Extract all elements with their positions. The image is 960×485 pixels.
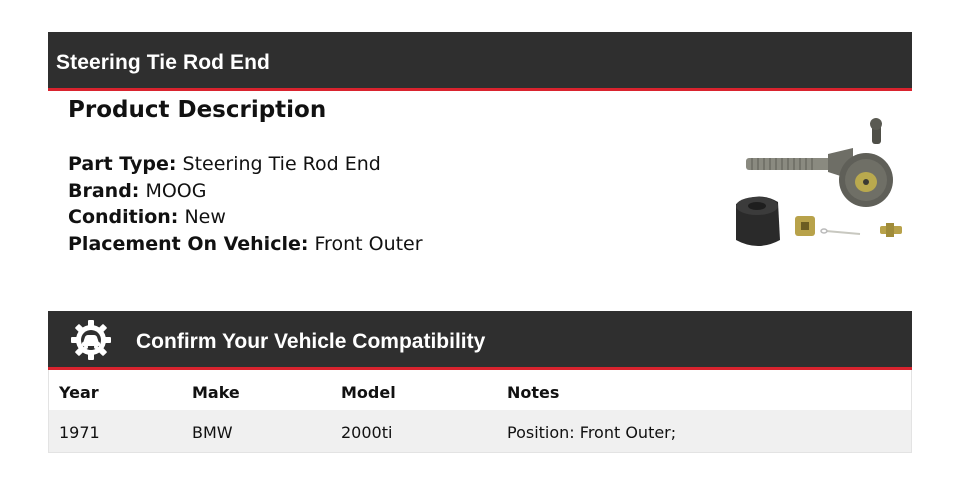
spec-condition: Condition: New — [68, 204, 423, 231]
spec-value: Front Outer — [314, 232, 423, 255]
product-title-bar: Steering Tie Rod End — [48, 32, 912, 91]
cell-notes: Position: Front Outer; — [507, 423, 677, 442]
spec-value: New — [184, 206, 226, 228]
spec-label: Brand: — [68, 179, 140, 202]
spec-value: MOOG — [145, 179, 207, 202]
column-header-model: Model — [341, 383, 396, 402]
table-header: Year Make Model Notes — [49, 370, 911, 410]
compatibility-bar: Confirm Your Vehicle Compatibility — [48, 311, 912, 370]
compatibility-table: Year Make Model Notes 1971 BMW 2000ti Po… — [48, 370, 912, 453]
spec-value: Steering Tie Rod End — [182, 153, 381, 175]
table-row: 1971 BMW 2000ti Position: Front Outer; — [49, 410, 911, 452]
cell-model: 2000ti — [341, 423, 393, 442]
cell-year: 1971 — [59, 423, 100, 442]
spec-list: Part Type: Steering Tie Rod End Brand: M… — [68, 151, 423, 257]
product-image — [736, 118, 902, 246]
spec-placement: Placement On Vehicle: Front Outer — [68, 231, 423, 258]
column-header-year: Year — [59, 383, 99, 402]
spec-label: Part Type: — [68, 153, 177, 175]
product-title: Steering Tie Rod End — [56, 51, 270, 74]
description-heading: Product Description — [68, 97, 327, 123]
column-header-notes: Notes — [507, 383, 560, 402]
spec-part-type: Part Type: Steering Tie Rod End — [68, 151, 423, 178]
column-header-make: Make — [192, 383, 240, 402]
cell-make: BMW — [192, 423, 233, 442]
spec-label: Condition: — [68, 206, 179, 228]
spec-label: Placement On Vehicle: — [68, 232, 309, 255]
compatibility-title: Confirm Your Vehicle Compatibility — [136, 330, 486, 353]
gear-car-icon — [71, 320, 111, 360]
spec-brand: Brand: MOOG — [68, 178, 423, 205]
